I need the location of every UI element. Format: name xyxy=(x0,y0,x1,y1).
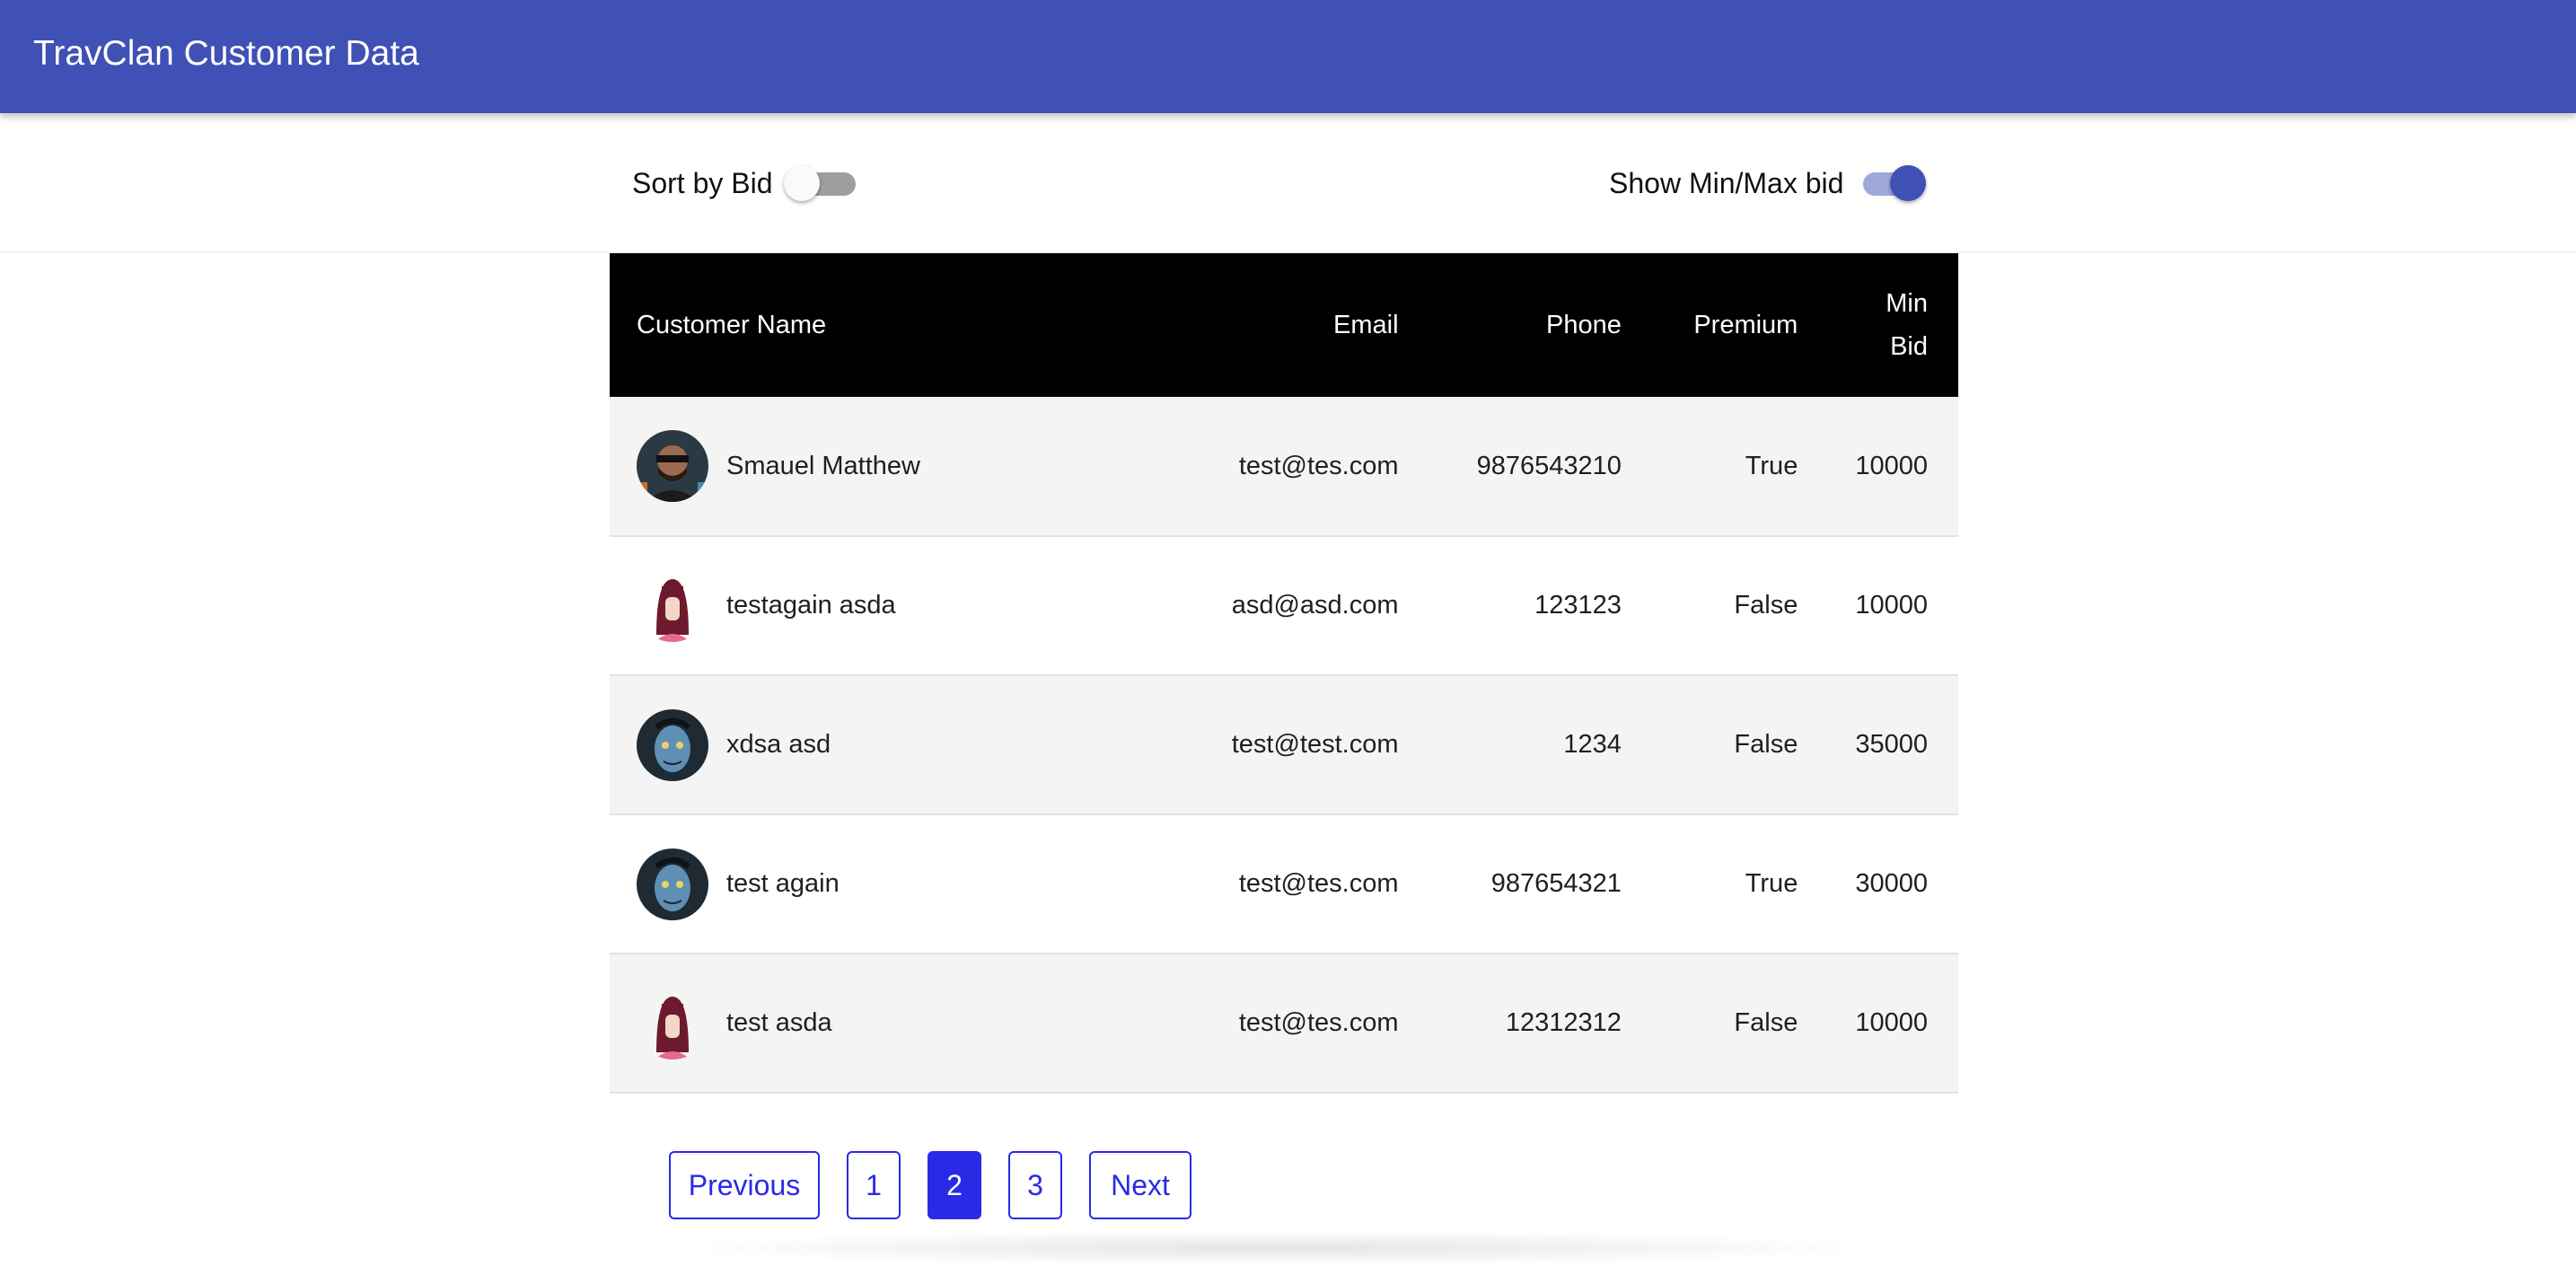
customer-name: Smauel Matthew xyxy=(726,451,920,480)
customer-table: Customer Name Email Phone Premium Min Bi… xyxy=(610,253,1958,1094)
header-phone[interactable]: Phone xyxy=(1429,253,1652,397)
sort-by-bid-toggle[interactable] xyxy=(783,163,856,203)
premium-cell: True xyxy=(1745,869,1798,898)
pagination: Previous 1 2 3 Next xyxy=(669,1151,1218,1219)
controls-bar: Sort by Bid Show Min/Max bid xyxy=(0,113,2576,253)
next-page-button[interactable]: Next xyxy=(1089,1151,1191,1219)
phone-cell: 12312312 xyxy=(1505,1008,1622,1037)
table-row: xdsa asd test@test.com 1234 False 35000 xyxy=(610,675,1958,814)
app-bar: TravClan Customer Data xyxy=(0,0,2576,113)
header-min-bid-line2: Bid xyxy=(1890,332,1928,361)
email-cell: test@tes.com xyxy=(1238,1008,1399,1037)
email-cell: test@tes.com xyxy=(1238,869,1399,898)
customer-table-container: Customer Name Email Phone Premium Min Bi… xyxy=(610,253,1958,1094)
table-row: test again test@tes.com 987654321 True 3… xyxy=(610,814,1958,954)
table-row: test asda test@tes.com 12312312 False 10… xyxy=(610,954,1958,1093)
table-row: Smauel Matthew test@tes.com 9876543210 T… xyxy=(610,397,1958,536)
phone-cell: 987654321 xyxy=(1490,869,1622,898)
customer-name-cell: testagain asda xyxy=(610,536,1147,675)
table-row: testagain asda asd@asd.com 123123 False … xyxy=(610,536,1958,675)
sort-by-bid-control[interactable]: Sort by Bid xyxy=(632,156,856,210)
toggle-thumb[interactable] xyxy=(783,165,820,201)
customer-name: xdsa asd xyxy=(726,730,831,759)
page-1-button[interactable]: 1 xyxy=(847,1151,901,1219)
header-email[interactable]: Email xyxy=(1147,253,1429,397)
customer-name-cell: Smauel Matthew xyxy=(610,397,1147,536)
phone-cell: 1234 xyxy=(1563,730,1622,759)
previous-page-button[interactable]: Previous xyxy=(669,1151,820,1219)
premium-cell: True xyxy=(1745,451,1798,480)
header-min-bid-line1: Min xyxy=(1886,289,1928,318)
show-minmax-bid-control[interactable]: Show Min/Max bid xyxy=(1609,156,1927,210)
app-title: TravClan Customer Data xyxy=(33,34,419,73)
min-bid-cell: 10000 xyxy=(1855,591,1928,620)
blue-face-avatar-icon xyxy=(637,708,708,781)
min-bid-cell: 10000 xyxy=(1855,1008,1928,1037)
page-3-button[interactable]: 3 xyxy=(1008,1151,1062,1219)
toggle-thumb[interactable] xyxy=(1890,165,1927,201)
table-header-row: Customer Name Email Phone Premium Min Bi… xyxy=(610,253,1958,397)
customer-name: testagain asda xyxy=(726,591,896,620)
premium-cell: False xyxy=(1734,1008,1798,1037)
customer-name-cell: xdsa asd xyxy=(610,675,1147,814)
premium-cell: False xyxy=(1734,730,1798,759)
sort-by-bid-label: Sort by Bid xyxy=(632,166,773,199)
man-photo-avatar-icon xyxy=(637,430,708,502)
woman-avatar-icon xyxy=(637,569,708,642)
customer-name: test asda xyxy=(726,1008,832,1037)
email-cell: test@test.com xyxy=(1231,730,1399,759)
show-minmax-bid-toggle[interactable] xyxy=(1854,163,1927,203)
email-cell: asd@asd.com xyxy=(1231,591,1399,620)
header-premium[interactable]: Premium xyxy=(1652,253,1828,397)
customer-name-cell: test asda xyxy=(610,954,1147,1093)
phone-cell: 9876543210 xyxy=(1476,451,1622,480)
header-customer-name[interactable]: Customer Name xyxy=(610,253,1147,397)
premium-cell: False xyxy=(1734,591,1798,620)
min-bid-cell: 30000 xyxy=(1855,869,1928,898)
customer-name-cell: test again xyxy=(610,814,1147,954)
min-bid-cell: 35000 xyxy=(1855,730,1928,759)
email-cell: test@tes.com xyxy=(1238,451,1399,480)
header-min-bid[interactable]: Min Bid xyxy=(1828,253,1958,397)
blue-face-avatar-icon xyxy=(637,848,708,920)
pagination-shadow xyxy=(664,1230,1886,1266)
min-bid-cell: 10000 xyxy=(1855,451,1928,480)
customer-name: test again xyxy=(726,869,840,898)
woman-avatar-icon xyxy=(637,987,708,1059)
page-2-button[interactable]: 2 xyxy=(928,1151,981,1219)
show-minmax-bid-label: Show Min/Max bid xyxy=(1609,166,1844,199)
phone-cell: 123123 xyxy=(1534,591,1622,620)
